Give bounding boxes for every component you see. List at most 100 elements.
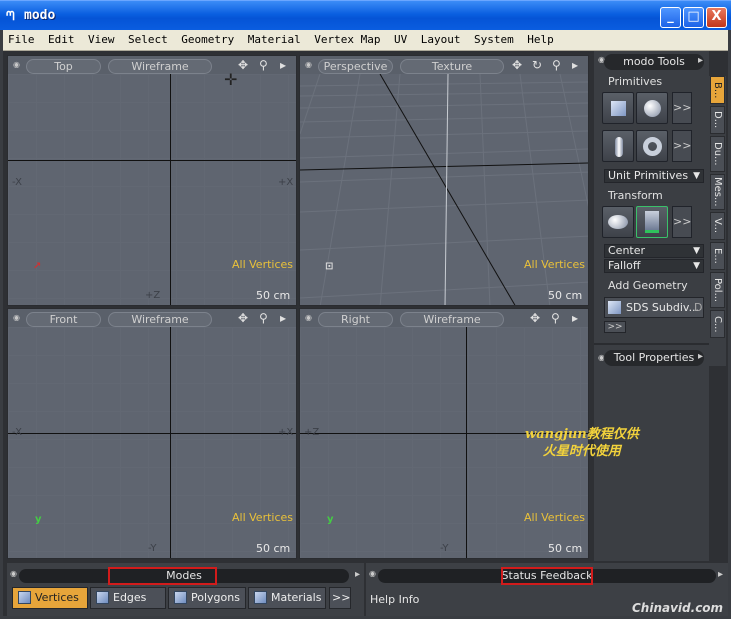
- view-selector[interactable]: Perspective: [318, 59, 393, 74]
- viewport-front[interactable]: ◉ Front Wireframe ✥ ⚲ ▸ -X +X -Y y All V…: [7, 308, 297, 559]
- side-tab-polygon[interactable]: Pol...: [710, 272, 725, 308]
- pan-icon[interactable]: ✥: [238, 311, 248, 325]
- expand-arrow-icon[interactable]: ▸: [698, 351, 703, 362]
- unit-primitives-dropdown[interactable]: Unit Primitives ▼: [604, 169, 704, 183]
- expand-arrow-icon[interactable]: ▸: [280, 311, 286, 325]
- view-selector[interactable]: Right: [318, 312, 393, 327]
- vertices-mode-button[interactable]: Vertices: [12, 587, 88, 609]
- move-tool-button[interactable]: [602, 206, 634, 238]
- zoom-icon[interactable]: ⚲: [259, 58, 268, 72]
- cylinder-icon: [615, 137, 623, 157]
- menu-system[interactable]: System: [469, 30, 519, 51]
- close-button[interactable]: X: [706, 7, 727, 28]
- panel-menu-icon[interactable]: ◉: [369, 569, 376, 578]
- menu-vertex-map[interactable]: Vertex Map: [309, 30, 385, 51]
- view-selector[interactable]: Top: [26, 59, 101, 74]
- side-tab-edge[interactable]: E...: [710, 242, 725, 270]
- menu-view[interactable]: View: [83, 30, 120, 51]
- chevron-down-icon: ▼: [693, 171, 700, 181]
- more-primitives-button-2[interactable]: >>: [672, 130, 692, 162]
- torus-tool-button[interactable]: [636, 130, 668, 162]
- zoom-icon[interactable]: ⚲: [259, 311, 268, 325]
- rotate-icon[interactable]: ↻: [532, 58, 542, 72]
- menu-select[interactable]: Select: [123, 30, 173, 51]
- shading-selector[interactable]: Wireframe: [400, 312, 504, 327]
- main-frame: ◉ Top Wireframe ✥ ⚲ ▸ -X +X +Z ↗ All Ver…: [3, 51, 728, 616]
- tool-properties-header[interactable]: Tool Properties: [604, 350, 704, 366]
- menu-edit[interactable]: Edit: [43, 30, 80, 51]
- expand-arrow-icon[interactable]: ▸: [718, 569, 723, 580]
- viewport-menu-icon[interactable]: ◉: [13, 313, 20, 322]
- more-primitives-button[interactable]: >>: [672, 92, 692, 124]
- side-tab-du[interactable]: Du...: [710, 136, 725, 172]
- view-selector[interactable]: Front: [26, 312, 101, 327]
- pos-x-label: +X: [278, 427, 294, 438]
- sphere-tool-button[interactable]: [636, 92, 668, 124]
- perspective-grid: [300, 74, 588, 305]
- menu-geometry[interactable]: Geometry: [176, 30, 239, 51]
- sds-subdivide-button[interactable]: SDS Subdiv... D: [604, 297, 704, 318]
- viewport-menu-icon[interactable]: ◉: [305, 313, 312, 322]
- transform-label: Transform: [608, 189, 663, 202]
- shading-selector[interactable]: Wireframe: [108, 312, 212, 327]
- neg-y-label: -Y: [440, 543, 449, 554]
- polygons-mode-button[interactable]: Polygons: [168, 587, 246, 609]
- panel-menu-icon[interactable]: ◉: [10, 569, 17, 578]
- primitives-label: Primitives: [608, 75, 663, 88]
- maximize-button[interactable]: □: [683, 7, 704, 28]
- viewport-top[interactable]: ◉ Top Wireframe ✥ ⚲ ▸ -X +X +Z ↗ All Ver…: [7, 55, 297, 306]
- zoom-icon[interactable]: ⚲: [552, 58, 561, 72]
- pan-icon[interactable]: ✥: [512, 58, 522, 72]
- edges-mode-button[interactable]: Edges: [90, 587, 166, 609]
- expand-arrow-icon[interactable]: ▸: [355, 569, 360, 580]
- chevron-down-icon: ▼: [693, 246, 700, 256]
- more-geometry-button[interactable]: >>: [604, 321, 626, 333]
- mouse-cursor-icon: ✛: [224, 70, 238, 89]
- side-tab-basic[interactable]: B...: [710, 76, 725, 104]
- transform-icon: [645, 211, 659, 233]
- axis-gizmo-icon: y: [327, 514, 334, 525]
- sphere-icon: [644, 100, 661, 117]
- pan-icon[interactable]: ✥: [530, 311, 540, 325]
- axis-gizmo-icon: y: [35, 514, 42, 525]
- expand-arrow-icon[interactable]: ▸: [698, 55, 703, 66]
- menu-material[interactable]: Material: [243, 30, 306, 51]
- side-tab-c[interactable]: C...: [710, 310, 725, 338]
- cylinder-tool-button[interactable]: [602, 130, 634, 162]
- modo-app-icon: ᘉ: [6, 9, 15, 23]
- shading-selector[interactable]: Texture: [400, 59, 504, 74]
- pos-z-label: +Z: [304, 427, 320, 438]
- title-bar[interactable]: ᘉ modo _ □ X: [0, 0, 731, 30]
- menu-help[interactable]: Help: [522, 30, 559, 51]
- side-tab-mesh[interactable]: Mes...: [710, 174, 725, 210]
- materials-mode-button[interactable]: Materials: [248, 587, 326, 609]
- menu-layout[interactable]: Layout: [416, 30, 466, 51]
- expand-arrow-icon[interactable]: ▸: [572, 58, 578, 72]
- zoom-icon[interactable]: ⚲: [551, 311, 560, 325]
- help-info-text: Help Info: [370, 593, 420, 606]
- edges-icon: [96, 591, 109, 604]
- tools-panel-header[interactable]: modo Tools: [604, 54, 704, 70]
- menu-uv[interactable]: UV: [389, 30, 412, 51]
- pan-icon[interactable]: ✥: [238, 58, 248, 72]
- edges-label: Edges: [113, 591, 147, 604]
- brand-watermark: Chinavid.com: [632, 601, 724, 615]
- center-dropdown[interactable]: Center ▼: [604, 244, 704, 258]
- grid-scale: 50 cm: [548, 289, 583, 302]
- menu-file[interactable]: File: [3, 30, 40, 51]
- side-tab-d[interactable]: D...: [710, 106, 725, 134]
- side-tab-vertex[interactable]: V...: [710, 212, 725, 240]
- expand-arrow-icon[interactable]: ▸: [572, 311, 578, 325]
- viewport-menu-icon[interactable]: ◉: [305, 60, 312, 69]
- shading-selector[interactable]: Wireframe: [108, 59, 212, 74]
- more-modes-button[interactable]: >>: [329, 587, 351, 609]
- cube-icon: [611, 101, 626, 116]
- expand-arrow-icon[interactable]: ▸: [280, 58, 286, 72]
- viewport-perspective[interactable]: ◉ Perspective Texture ✥ ↻ ⚲ ▸ ⊡ All Vert…: [299, 55, 589, 306]
- falloff-dropdown[interactable]: Falloff ▼: [604, 259, 704, 273]
- cube-tool-button[interactable]: [602, 92, 634, 124]
- transform-tool-button[interactable]: [636, 206, 668, 238]
- minimize-button[interactable]: _: [660, 7, 681, 28]
- more-transform-button[interactable]: >>: [672, 206, 692, 238]
- viewport-menu-icon[interactable]: ◉: [13, 60, 20, 69]
